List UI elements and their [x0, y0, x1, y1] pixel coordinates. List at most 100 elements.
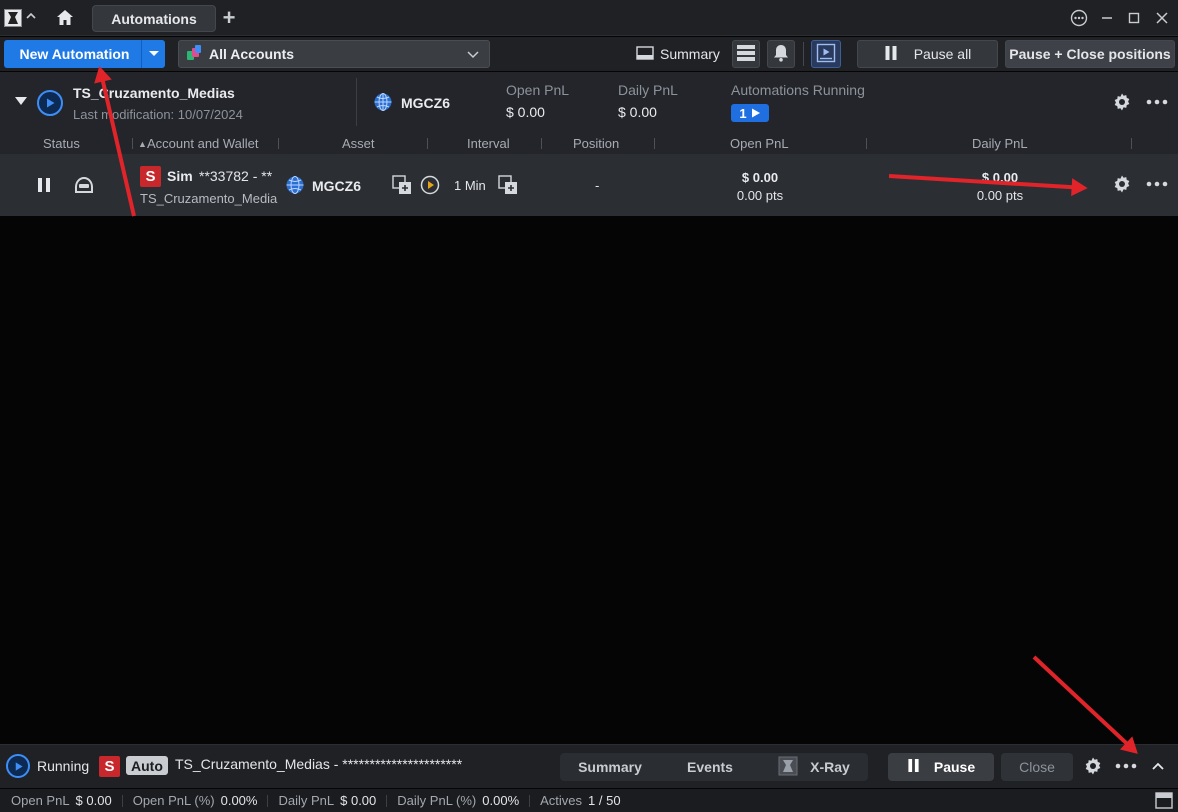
col-divider[interactable]	[866, 138, 867, 149]
group-settings-gear-icon[interactable]	[1112, 92, 1132, 112]
col-divider[interactable]	[132, 138, 133, 149]
add-tab-button[interactable]: +	[220, 5, 238, 30]
col-status[interactable]: Status	[43, 136, 80, 151]
bottom-more-icon[interactable]	[1115, 763, 1137, 769]
table-header: Status ▲ Account and Wallet Asset Interv…	[0, 132, 1178, 154]
col-divider[interactable]	[278, 138, 279, 149]
group-name[interactable]: TS_Cruzamento_Medias	[73, 85, 235, 101]
col-divider[interactable]	[427, 138, 428, 149]
account-filter-select[interactable]: All Accounts	[178, 40, 490, 68]
xray-logo-icon	[778, 756, 798, 779]
bottom-pause-button[interactable]: Pause	[888, 753, 994, 781]
row-open-pts: 0.00 pts	[736, 188, 784, 203]
pause-icon	[907, 758, 920, 776]
panel-layout-icon[interactable]	[1155, 792, 1173, 809]
collapse-caret-icon[interactable]	[14, 96, 28, 106]
more-circle-icon[interactable]	[1070, 9, 1088, 27]
pause-all-label: Pause all	[913, 46, 972, 62]
app-logo-icon[interactable]	[4, 9, 22, 27]
add-interval-icon[interactable]	[498, 175, 518, 195]
status-divider	[386, 794, 388, 807]
new-automation-button[interactable]: New Automation	[4, 40, 165, 68]
plus-icon: +	[222, 5, 236, 30]
automation-group-header: TS_Cruzamento_Medias Last modification: …	[0, 72, 1178, 132]
row-account-type: Sim	[167, 168, 193, 184]
row-more-icon[interactable]	[1146, 181, 1168, 187]
tab-summary[interactable]: Summary	[560, 759, 660, 775]
status-bar: Open PnL $ 0.00 Open PnL (%) 0.00% Daily P…	[0, 789, 1178, 812]
col-asset[interactable]: Asset	[342, 136, 375, 151]
tab-label: Automations	[111, 10, 197, 27]
status-open-pnl: $ 0.00	[75, 793, 112, 808]
pause-close-label: Pause + Close positions	[1009, 46, 1171, 62]
status-actives: 1 / 50	[588, 793, 621, 808]
row-settings-gear-icon[interactable]	[1112, 174, 1132, 194]
row-daily-pts: 0.00 pts	[976, 188, 1024, 203]
media-play-icon	[816, 43, 836, 66]
tab-events[interactable]: Events	[660, 759, 760, 775]
status-daily-pnl-pct: 0.00%	[482, 793, 520, 808]
account-filter-value: All Accounts	[209, 46, 295, 62]
row-position: -	[595, 178, 600, 193]
add-chart-icon[interactable]	[392, 175, 412, 195]
col-account-wallet[interactable]: Account and Wallet	[147, 136, 259, 151]
maximize-icon[interactable]	[1127, 9, 1141, 27]
title-bar: Automations +	[0, 0, 1178, 36]
group-daily-pnl-value: $ 0.00	[618, 104, 657, 120]
summary-icon	[636, 45, 654, 64]
sort-asc-icon: ▲	[138, 139, 147, 149]
list-view-button[interactable]	[732, 40, 760, 68]
running-status: Running	[37, 758, 90, 774]
group-daily-pnl-label: Daily PnL	[618, 82, 678, 98]
bell-icon	[773, 44, 789, 65]
status-open-pnl-label: Open PnL	[11, 793, 70, 808]
replay-timer-icon[interactable]	[419, 174, 441, 196]
play-circle-icon[interactable]	[37, 90, 63, 116]
col-divider[interactable]	[654, 138, 655, 149]
col-position[interactable]: Position	[573, 136, 619, 151]
tab-automations[interactable]: Automations	[92, 5, 216, 32]
row-pause-icon[interactable]	[36, 177, 52, 193]
accounts-icon	[185, 44, 203, 65]
tab-xray[interactable]: X-Ray	[760, 756, 868, 779]
bottom-close-button[interactable]: Close	[1001, 753, 1073, 781]
automations-running-badge[interactable]: 1	[731, 104, 769, 122]
pause-all-button[interactable]: Pause all	[857, 40, 998, 68]
status-divider	[529, 794, 531, 807]
status-open-pnl-pct: 0.00%	[220, 793, 258, 808]
row-open-pnl: $ 0.00	[741, 170, 779, 185]
col-daily-pnl[interactable]: Daily PnL	[972, 136, 1028, 151]
play-icon	[751, 108, 760, 118]
status-actives-label: Actives	[540, 793, 583, 808]
bottom-settings-gear-icon[interactable]	[1083, 756, 1103, 776]
expand-chevron-up-icon[interactable]	[1150, 758, 1166, 774]
group-more-icon[interactable]	[1146, 99, 1168, 105]
play-circle-icon[interactable]	[6, 754, 30, 778]
table-row[interactable]: S Sim **33782 - ** TS_Cruzamento_Media M…	[0, 154, 1178, 216]
chevron-down-icon[interactable]	[141, 40, 165, 68]
summary-toggle[interactable]: Summary	[636, 42, 720, 66]
row-interval: 1 Min	[454, 178, 486, 193]
toolbar-divider	[803, 42, 804, 66]
chevron-up-icon[interactable]	[24, 9, 38, 23]
col-open-pnl[interactable]: Open PnL	[730, 136, 789, 151]
minimize-icon[interactable]	[1100, 9, 1114, 27]
automation-bot-icon	[73, 175, 95, 195]
group-last-modification: Last modification: 10/07/2024	[73, 107, 243, 122]
globe-icon	[285, 175, 305, 195]
chevron-down-icon	[467, 46, 479, 62]
automations-window: Automations + New Automation All Account…	[0, 0, 1178, 812]
col-divider[interactable]	[1131, 138, 1132, 149]
close-window-icon[interactable]	[1155, 9, 1169, 27]
notifications-button[interactable]	[767, 40, 795, 68]
home-icon[interactable]	[56, 9, 74, 26]
col-interval[interactable]: Interval	[467, 136, 510, 151]
running-automation-bar: Running S Auto TS_Cruzamento_Medias - **…	[0, 744, 1178, 788]
globe-icon	[373, 92, 393, 112]
row-wallet: TS_Cruzamento_Media	[140, 191, 278, 206]
replay-button[interactable]	[811, 40, 841, 68]
col-divider[interactable]	[541, 138, 542, 149]
status-open-pnl-pct-label: Open PnL (%)	[132, 793, 215, 808]
pause-close-positions-button[interactable]: Pause + Close positions	[1005, 40, 1175, 68]
automations-running-label: Automations Running	[731, 82, 865, 98]
